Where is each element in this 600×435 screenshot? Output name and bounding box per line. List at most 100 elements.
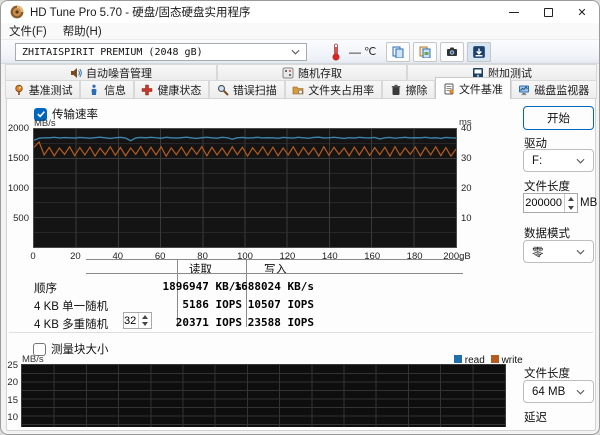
tab-label: 信息 <box>104 84 127 97</box>
target-drive-value: F: <box>532 154 543 167</box>
menu-help[interactable]: 帮助(H) <box>55 23 110 39</box>
read-column-header: 读取 <box>189 264 212 276</box>
tab-label: 健康状态 <box>157 84 202 97</box>
start-button-label: 开始 <box>547 113 570 125</box>
file-length-value: 200000 <box>525 197 562 209</box>
copy-icon <box>392 46 404 58</box>
tab-erase[interactable]: 擦除 <box>381 80 436 99</box>
magnifier-icon <box>217 84 229 96</box>
maximize-button[interactable] <box>531 1 565 23</box>
tab-file-benchmark[interactable]: 文件基准 <box>435 77 511 99</box>
tab-label: 磁盘监视器 <box>534 84 590 97</box>
monitor-icon <box>519 85 530 95</box>
drive-select[interactable]: ZHITAISPIRIT PREMIUM (2048 gB) <box>15 43 307 61</box>
write-legend-swatch <box>490 355 499 363</box>
queue-depth-value: 32 <box>124 314 137 327</box>
row-sequential-label: 顺序 <box>34 283 57 295</box>
drive-select-value: ZHITAISPIRIT PREMIUM (2048 gB) <box>22 46 203 58</box>
window-title: HD Tune Pro 5.70 - 硬盘/固态硬盘实用程序 <box>30 7 251 19</box>
menu-file[interactable]: 文件(F) <box>1 23 55 39</box>
folder-icon <box>292 86 304 94</box>
save-button[interactable] <box>467 42 491 62</box>
copy-image-icon <box>419 46 431 58</box>
tab-benchmark[interactable]: 基准测试 <box>5 80 81 99</box>
tab-label: 擦除 <box>405 84 428 97</box>
app-window: HD Tune Pro 5.70 - 硬盘/固态硬盘实用程序 ✕ 文件(F) 帮… <box>0 0 600 435</box>
camera-icon <box>447 47 457 56</box>
table-rule-top <box>86 259 463 260</box>
save-icon <box>473 46 485 58</box>
gauge-icon <box>14 84 23 95</box>
tab-row-primary: 基准测试 信息 健康状态 错误扫描 文件夹占用率 擦除 文件基准 磁盘监视器 <box>5 77 597 99</box>
block-size-label: 测量块大小 <box>51 344 109 356</box>
tab-disk-monitor[interactable]: 磁盘监视器 <box>510 80 597 99</box>
copy-image-button[interactable] <box>413 42 437 62</box>
spin-up-icon[interactable] <box>139 313 151 321</box>
block-size-checkbox[interactable]: 测量块大小 <box>33 341 109 357</box>
write-column-header: 写入 <box>264 264 287 276</box>
menu-bar: 文件(F) 帮助(H) <box>1 23 599 40</box>
read-legend-swatch <box>454 355 462 363</box>
chevron-down-icon <box>291 49 300 55</box>
target-drive-select[interactable]: F: <box>523 149 594 172</box>
speaker-icon <box>71 67 82 78</box>
start-button[interactable]: 开始 <box>523 106 594 130</box>
tab-random-access[interactable]: 随机存取 <box>217 64 407 80</box>
spin-down-icon[interactable] <box>139 321 151 329</box>
row-4k-single-label: 4 KB 单一随机 <box>34 301 109 313</box>
temperature-value: — <box>349 45 361 59</box>
thermometer-icon <box>332 43 340 61</box>
tab-label: 文件基准 <box>458 83 503 96</box>
file-length-unit: MB <box>580 197 598 209</box>
file-benchmark-icon <box>444 83 454 94</box>
transfer-rate-chart <box>33 128 457 248</box>
chevron-down-icon <box>576 249 585 255</box>
tab-folder-usage[interactable]: 文件夹占用率 <box>284 80 382 99</box>
minimize-button[interactable] <box>497 1 531 23</box>
health-cross-icon <box>142 84 153 95</box>
4k-multi-write-value: 23588 IOPS <box>247 316 314 329</box>
minimize-icon <box>509 11 519 13</box>
row-4k-multi-label: 4 KB 多重随机 <box>34 319 109 331</box>
data-mode-label: 数据模式 <box>524 228 570 240</box>
title-bar: HD Tune Pro 5.70 - 硬盘/固态硬盘实用程序 ✕ <box>1 1 599 23</box>
transfer-rate-label: 传输速率 <box>52 109 98 121</box>
section-divider <box>9 332 593 333</box>
chevron-down-icon <box>576 389 585 395</box>
file-length-label: 文件长度 <box>524 181 570 193</box>
tab-error-scan[interactable]: 错误扫描 <box>209 80 285 99</box>
screenshot-button[interactable] <box>440 42 464 62</box>
close-button[interactable]: ✕ <box>565 1 599 23</box>
block-file-length-label: 文件长度 <box>524 368 570 380</box>
file-length-spinner[interactable]: 200000 <box>523 193 578 213</box>
trash-icon <box>391 84 400 95</box>
spin-down-icon[interactable] <box>565 203 577 212</box>
block-file-length-select[interactable]: 64 MB <box>523 380 594 403</box>
tab-label: 自动噪音管理 <box>86 67 152 80</box>
toolbar: ZHITAISPIRIT PREMIUM (2048 gB) — ℃ <box>1 40 599 64</box>
4k-single-write-value: 10507 IOPS <box>247 298 314 311</box>
chevron-down-icon <box>576 158 585 164</box>
table-rule-mid <box>86 273 463 274</box>
copy-text-button[interactable] <box>386 42 410 62</box>
data-mode-select[interactable]: 零 <box>523 240 594 263</box>
tab-label: 文件夹占用率 <box>308 84 375 97</box>
block-size-chart <box>21 364 506 427</box>
spin-up-icon[interactable] <box>565 194 577 203</box>
tab-label: 随机存取 <box>298 67 342 80</box>
data-mode-value: 零 <box>532 246 544 259</box>
app-icon <box>10 5 24 19</box>
tab-label: 基准测试 <box>28 84 73 97</box>
temperature-unit: ℃ <box>364 46 377 58</box>
block-file-length-value: 64 MB <box>532 385 566 398</box>
tab-auto-acoustic[interactable]: 自动噪音管理 <box>5 64 217 80</box>
tab-health[interactable]: 健康状态 <box>133 80 210 99</box>
close-icon: ✕ <box>577 6 587 19</box>
dice-icon <box>282 67 294 78</box>
tab-info[interactable]: 信息 <box>80 80 134 99</box>
maximize-icon <box>543 7 553 17</box>
info-icon <box>91 84 97 95</box>
sequential-write-value: 1688024 KB/s <box>234 280 314 293</box>
queue-depth-spinner[interactable]: 32 <box>123 312 152 329</box>
tab-label: 错误扫描 <box>232 84 277 97</box>
